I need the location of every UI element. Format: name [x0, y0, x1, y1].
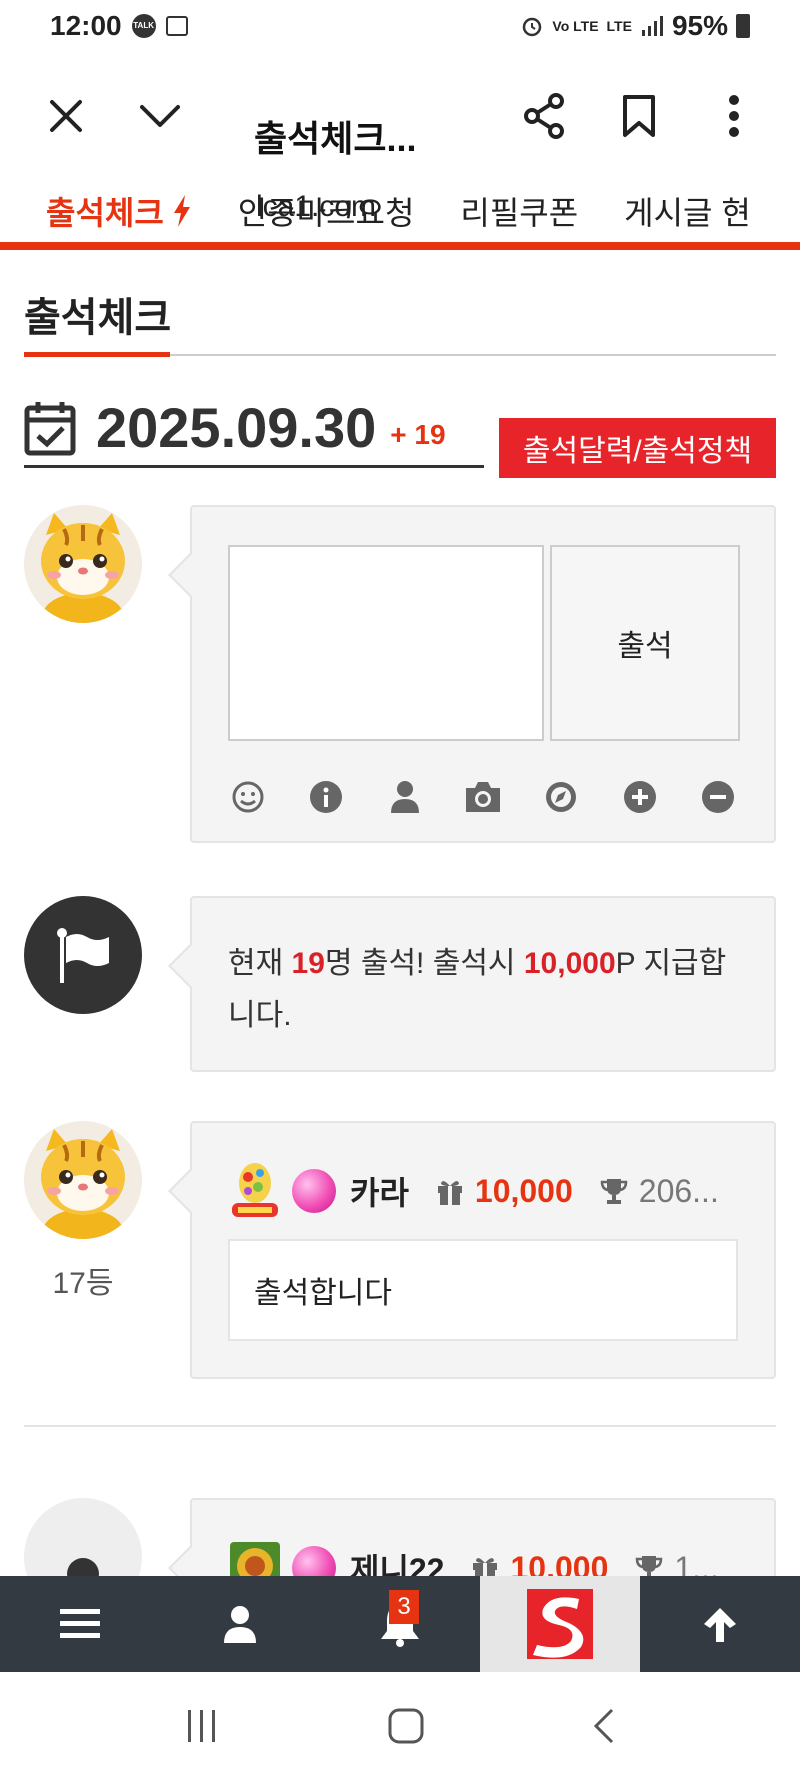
entry-message: 출석합니다: [228, 1239, 738, 1341]
entry-rank: 17등: [52, 1267, 114, 1300]
more-options-button[interactable]: [704, 86, 764, 146]
my-avatar: [24, 505, 142, 623]
site-bottom-nav: 3: [0, 1576, 800, 1672]
volte-indicator: Vo LTE: [552, 18, 599, 34]
gallery-icon: [165, 16, 188, 36]
attendance-count: 19: [291, 947, 325, 980]
entry-avatar[interactable]: [24, 1121, 142, 1239]
member-grade-icon: [292, 1169, 336, 1213]
recent-apps-button[interactable]: [184, 1708, 220, 1749]
home-button[interactable]: [387, 1707, 425, 1750]
remove-button[interactable]: [698, 777, 738, 817]
tab-post-status[interactable]: 게시글 현: [624, 188, 751, 234]
add-button[interactable]: [620, 777, 660, 817]
trophy-icon: [599, 1176, 629, 1206]
hamburger-menu-icon: [60, 1609, 100, 1638]
clock: 12:00: [50, 10, 122, 41]
attendance-policy-button[interactable]: 출석달력/출석정책: [499, 418, 776, 478]
lightning-icon: [173, 195, 190, 227]
notification-button[interactable]: 3: [320, 1576, 480, 1672]
scroll-top-button[interactable]: [640, 1576, 800, 1672]
notification-count-badge: 3: [389, 1590, 419, 1624]
camera-button[interactable]: [463, 777, 503, 817]
smiley-icon: [232, 781, 264, 813]
plus-circle-icon: [623, 781, 656, 813]
back-icon: [594, 1708, 614, 1743]
attendance-notice-text: 현재 19명 출석! 출석시 10,000P 지급합니다.: [228, 947, 727, 1032]
tab-attendance[interactable]: 출석체크: [46, 188, 192, 234]
gift-icon: [435, 1176, 465, 1206]
date-header: 2025.09.30 + 19: [24, 390, 484, 468]
minus-circle-icon: [701, 781, 734, 813]
tab-cert-mark[interactable]: 인증마크요청: [238, 188, 415, 234]
share-icon: [524, 93, 564, 139]
entry-header: 카라 10,000 206...: [228, 1159, 748, 1223]
camera-icon: [465, 782, 500, 812]
section-title: 출석체크: [24, 296, 172, 340]
reward-points: 10,000: [523, 947, 616, 980]
close-button[interactable]: [36, 86, 96, 146]
notice-avatar: [24, 896, 142, 1014]
more-vertical-icon: [729, 95, 739, 137]
entry-divider: [24, 1425, 776, 1427]
page-title: 출석체크...: [254, 118, 417, 159]
system-nav-bar: [0, 1672, 800, 1784]
location-button[interactable]: [541, 777, 581, 817]
back-button[interactable]: [592, 1707, 616, 1750]
user-icon: [224, 1606, 256, 1643]
battery-percent: 95%: [671, 10, 728, 41]
user-icon: [390, 781, 419, 813]
arrow-up-icon: [704, 1608, 736, 1642]
menu-button[interactable]: [0, 1576, 160, 1672]
signal-icon: [641, 16, 663, 36]
section-accent-bar: [24, 352, 170, 357]
battery-icon: [736, 14, 750, 38]
close-icon: [50, 100, 82, 132]
calendar-check-icon: [24, 401, 76, 455]
attend-button[interactable]: 출석: [550, 545, 740, 741]
share-button[interactable]: [514, 86, 574, 146]
kakaotalk-icon: TALK: [131, 14, 156, 38]
browser-toolbar: 출석체크... lca1.com: [0, 52, 800, 223]
attendance-comment-input[interactable]: [228, 545, 544, 741]
bookmark-button[interactable]: [609, 86, 669, 146]
collapse-button[interactable]: [130, 86, 190, 146]
entry-trophy-points: 206...: [638, 1172, 719, 1209]
attendance-notice-card: 현재 19명 출석! 출석시 10,000P 지급합니다.: [168, 896, 776, 1072]
site-logo-button[interactable]: [480, 1576, 640, 1672]
profile-button[interactable]: [160, 1576, 320, 1672]
home-icon: [388, 1708, 424, 1743]
date-plus-count: + 19: [390, 418, 446, 450]
attendance-input-card: 출석: [168, 505, 776, 843]
entry-points: 10,000: [474, 1172, 573, 1209]
user-button[interactable]: [385, 777, 425, 817]
chevron-down-icon: [140, 105, 180, 127]
site-logo-icon: [527, 1589, 593, 1659]
recent-apps-icon: [187, 1709, 215, 1742]
compass-icon: [546, 782, 577, 812]
lte-indicator: LTE: [606, 18, 632, 34]
flag-icon: [57, 928, 109, 983]
entry-nickname[interactable]: 카라: [350, 1168, 409, 1214]
level-badge-icon: [228, 1161, 282, 1221]
bookmark-icon: [623, 95, 655, 137]
emoji-button[interactable]: [228, 777, 268, 817]
info-icon: [310, 781, 343, 813]
category-tabs: 출석체크 인증마크요청 리필쿠폰 게시글 현: [0, 180, 800, 250]
comment-toolbar: [228, 777, 738, 817]
attendance-entry: 카라 10,000 206... 출석합니다: [168, 1121, 776, 1379]
alarm-icon: [523, 17, 542, 37]
tab-refill-coupon[interactable]: 리필쿠폰: [460, 188, 578, 234]
attendance-date: 2025.09.30: [96, 396, 377, 459]
status-bar: 12:00 TALK Vo LTE LTE 95%: [0, 0, 800, 52]
info-button[interactable]: [306, 777, 346, 817]
